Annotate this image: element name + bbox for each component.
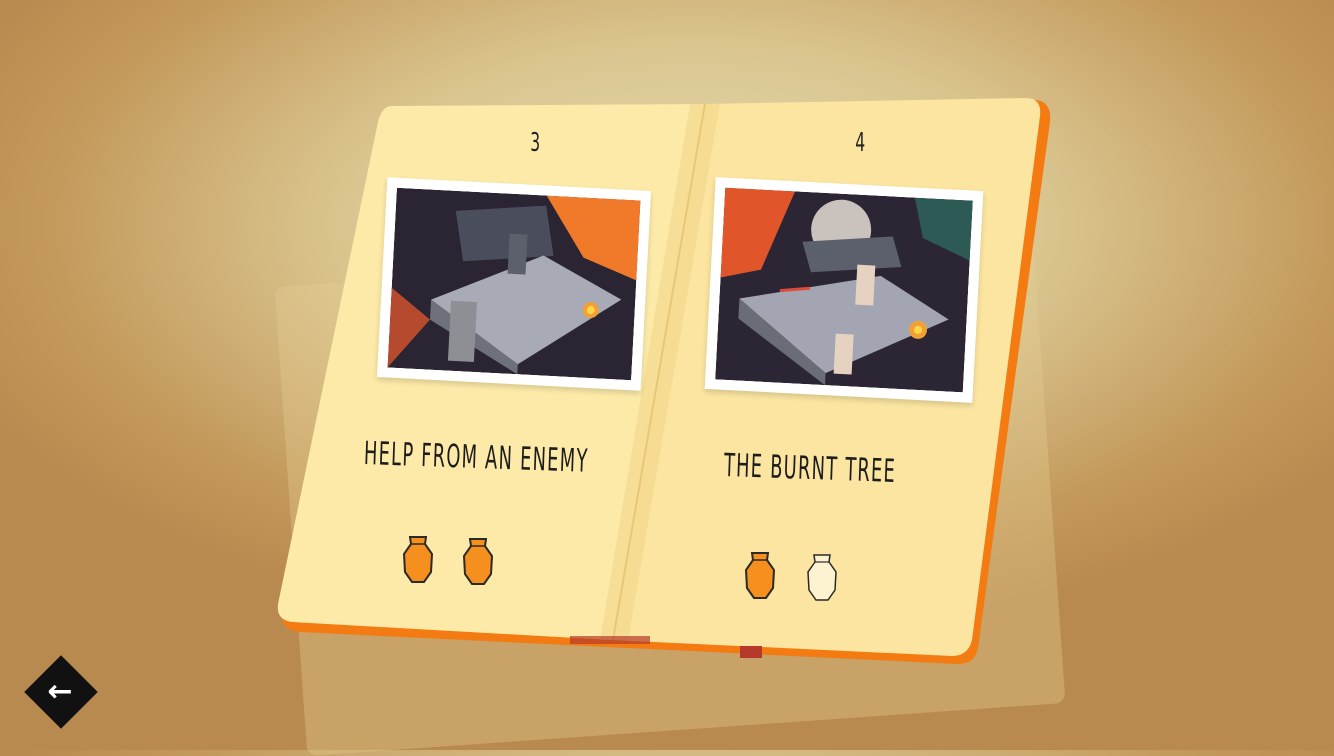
- level-4-title: THE BURNT TREE: [723, 446, 897, 490]
- page-number-right: 4: [855, 128, 866, 158]
- vase-filled-icon: [462, 538, 494, 585]
- page-number-left: 3: [530, 128, 541, 158]
- level-3-scene-image: [387, 187, 641, 381]
- arrow-left-icon: ←: [47, 673, 73, 709]
- vase-filled-icon: [744, 552, 776, 599]
- level-book: [277, 98, 1051, 664]
- level-3-thumbnail[interactable]: [376, 177, 652, 391]
- level-4-scene-image: [715, 187, 973, 393]
- vase-filled-icon: [402, 536, 434, 583]
- vase-empty-icon: [807, 554, 837, 601]
- level-3-title: HELP FROM AN ENEMY: [363, 434, 590, 480]
- level-4-thumbnail[interactable]: [704, 177, 984, 403]
- back-button[interactable]: ←: [24, 655, 98, 729]
